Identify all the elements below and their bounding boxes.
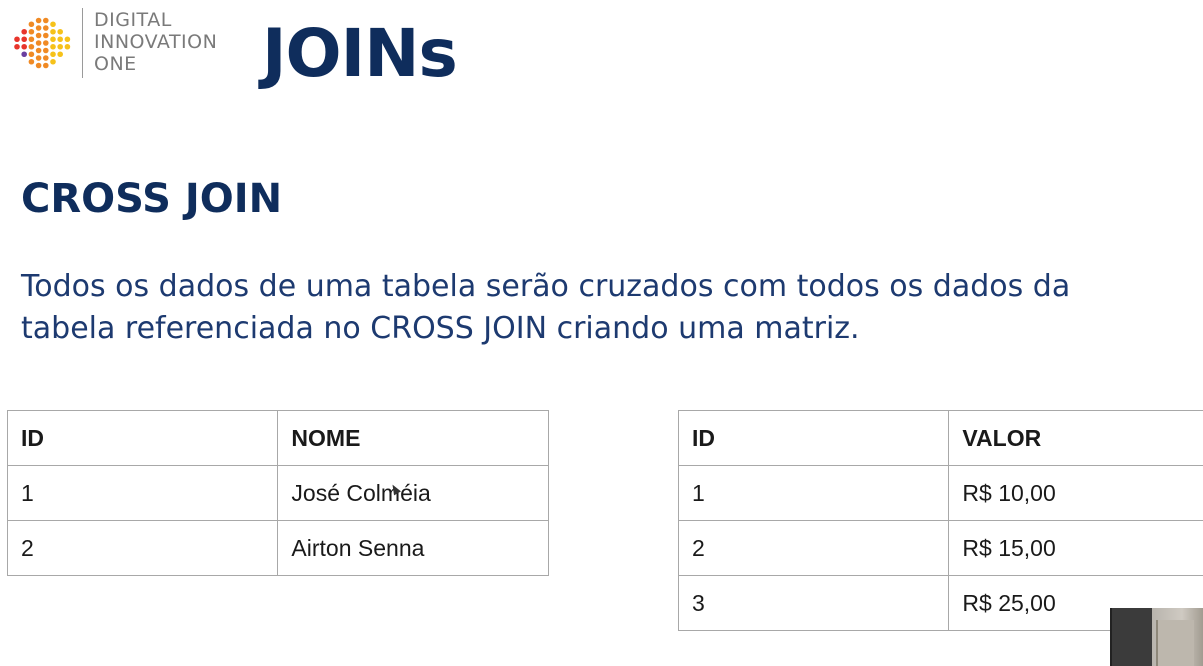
table-cell: 3 (677, 575, 950, 631)
logo-dot (43, 17, 49, 24)
logo-dot (28, 43, 35, 50)
logo-dot (57, 28, 63, 35)
logo-dot (43, 40, 49, 46)
names-table: ID NOME 1 José Colméia 2 Airton Senna (6, 410, 549, 576)
table-cell: 1 (6, 465, 279, 521)
page-title: JOINs (262, 15, 458, 92)
table-row: 2 R$ 15,00 (677, 520, 1203, 576)
brand-line-1: DIGITAL (94, 9, 172, 31)
logo-dot (43, 47, 49, 54)
table-row: 1 José Colméia (6, 465, 549, 521)
logo-dot (43, 25, 49, 31)
brand-logo-icon (14, 17, 71, 69)
column-header-valor: VALOR (948, 410, 1203, 466)
logo-dot (35, 47, 42, 54)
logo-dot (21, 28, 27, 35)
logo-dot (50, 51, 56, 58)
logo-dot (35, 32, 42, 39)
logo-dot (35, 17, 42, 24)
logo-dot (57, 43, 63, 50)
logo-dot (21, 51, 27, 58)
section-description: Todos os dados de uma tabela serão cruza… (21, 266, 1203, 350)
logo-dot (28, 36, 35, 43)
logo-dot (28, 28, 35, 35)
column-header-nome: NOME (277, 410, 549, 466)
table-cell: R$ 10,00 (948, 465, 1203, 521)
logo-dot (57, 36, 63, 43)
column-header-id: ID (6, 410, 279, 466)
logo-dot (14, 36, 20, 43)
brand-line-2: INNOVATION (94, 31, 218, 53)
logo-dot (28, 51, 35, 58)
column-header-id: ID (677, 410, 950, 466)
table-row: 2 Airton Senna (6, 520, 549, 576)
brand-logo: DIGITAL INNOVATION ONE (12, 8, 252, 80)
logo-dot (50, 36, 56, 43)
description-line-2: tabela referenciada no CROSS JOIN criand… (21, 311, 860, 346)
description-line-1: Todos os dados de uma tabela serão cruza… (21, 269, 1071, 304)
section-heading: CROSS JOIN (21, 176, 283, 222)
table-row: 1 R$ 10,00 (677, 465, 1203, 521)
webcam-background (1156, 620, 1194, 666)
table-cell: R$ 15,00 (948, 520, 1203, 576)
slide: DIGITAL INNOVATION ONE JOINs CROSS JOIN … (0, 0, 1203, 666)
table-cell: 2 (6, 520, 279, 576)
logo-dot (43, 32, 49, 39)
logo-dot (35, 25, 42, 31)
logo-dot (35, 55, 42, 61)
logo-dot (64, 43, 71, 50)
logo-dot (43, 55, 49, 61)
table-cell: Airton Senna (277, 520, 549, 576)
logo-dot (43, 62, 49, 69)
logo-dot (50, 28, 56, 35)
logo-dot (21, 43, 27, 50)
table-cell: 1 (677, 465, 950, 521)
logo-dot (50, 43, 56, 50)
table-header-row: ID VALOR (677, 410, 1203, 466)
table-cell: 2 (677, 520, 950, 576)
logo-dot (28, 21, 35, 28)
logo-dot (57, 51, 63, 58)
webcam-thumbnail (1110, 608, 1203, 666)
logo-dot (28, 58, 35, 65)
brand-line-3: ONE (94, 53, 137, 75)
logo-dot (50, 58, 56, 65)
logo-divider (82, 8, 83, 78)
logo-dot (50, 21, 56, 28)
table-cell: José Colméia (277, 465, 549, 521)
logo-dot (64, 36, 71, 43)
logo-dot (14, 43, 20, 50)
logo-dot (35, 40, 42, 46)
table-header-row: ID NOME (6, 410, 549, 466)
values-table: ID VALOR 1 R$ 10,00 2 R$ 15,00 3 R$ 25,0… (677, 410, 1203, 631)
brand-name: DIGITAL INNOVATION ONE (94, 9, 217, 75)
logo-dot (21, 36, 27, 43)
logo-dot (35, 62, 42, 69)
